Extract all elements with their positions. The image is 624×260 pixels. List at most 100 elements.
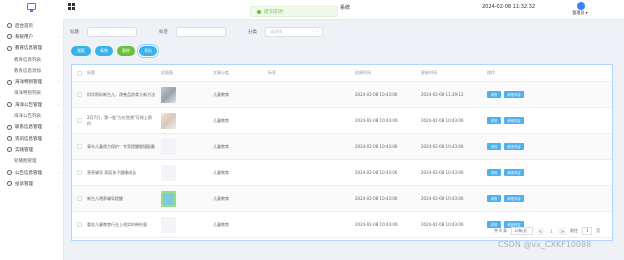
chevron-icon: › [57,46,59,51]
tag-input[interactable] [176,27,226,37]
export-button[interactable]: 导出 [139,46,157,56]
top-header: 提交成功! 系统 2024-02-08 11:32:32 管理员 ▾ [0,0,624,20]
delete-button[interactable]: 删除 [117,46,135,56]
search-button[interactable]: 搜索 [71,46,91,56]
detail-button[interactable]: 详情 [487,195,501,202]
table-row[interactable]: 科学照料新生儿，改善品质育儿新方法 儿童教育 2024-02-08 10:43:06… [72,82,612,108]
table-row[interactable]: 新生儿喂养辅导提醒 儿童教育 2024-02-08 10:43:06 2024-02-… [72,186,612,212]
table-row[interactable]: 青年儿童视力保护：专家提醒眼镜配戴 儿童教育 2024-02-08 10:43:06… [72,134,612,160]
detail-button[interactable]: 详情 [487,91,501,98]
chevron-icon: › [57,147,59,152]
edit-button[interactable]: 修改内容 [504,195,524,202]
menu-grid-icon[interactable] [68,3,75,10]
chevron-icon: › [57,181,59,186]
col-updated[interactable]: 更新时间 [421,70,487,76]
cell-created: 2024-02-08 10:43:06 [355,118,398,123]
chevron-icon: › [57,125,59,130]
edit-button[interactable]: 修改内容 [504,169,524,176]
add-button[interactable]: 新增 [95,46,113,56]
edit-button[interactable]: 修改内容 [504,117,524,124]
chevron-icon: › [57,136,59,141]
current-page[interactable]: 1 [548,227,556,235]
sidebar-item[interactable]: 公告信息管理 › [0,167,63,178]
col-tag[interactable]: 标签 [268,70,355,76]
prev-page-button[interactable]: < [537,227,545,235]
title-label: 标题 [70,30,79,35]
cell-updated: 2024-02-08 10:43:06 [421,170,464,175]
chevron-icon: › [57,102,59,107]
sidebar-item[interactable]: 教育信息添加 [0,65,63,76]
book-icon [7,45,12,51]
sidebar-item[interactable]: 轮播图管理 [0,156,63,167]
col-category[interactable]: 文章分类 [213,70,268,76]
sidebar: 后台首页 系统用户 › 教育信息管理 › 教育信息列表 教育信息添加 海洋特别管理 › 海洋特别列… [0,20,64,260]
row-checkbox[interactable] [77,92,82,97]
detail-button[interactable]: 详情 [487,117,501,124]
cell-category: 儿童教育 [213,195,229,201]
username[interactable]: 管理员 ▾ [571,10,589,16]
table-row[interactable]: 2月7日，第一批"九价宫颈"可线上预约 儿童教育 2024-02-08 10:43:… [72,108,612,134]
sidebar-item[interactable]: 投诉管理 › [0,178,63,189]
sidebar-item[interactable]: 后台首页 [0,20,63,31]
edit-button[interactable]: 修改内容 [504,91,524,98]
sidebar-item[interactable]: 海洋公告列表 [0,110,63,121]
sidebar-item[interactable]: 海洋特别管理 › [0,76,63,87]
next-page-button[interactable]: > [559,227,567,235]
row-checkbox[interactable] [77,118,82,123]
row-checkbox[interactable] [77,144,82,149]
cover-thumbnail[interactable] [161,164,176,181]
cover-thumbnail[interactable] [161,86,176,103]
action-bar: 搜索 新增 删除 导出 [71,46,157,56]
cell-title: 青年儿童视力保护：专家提醒眼镜配戴 [87,143,155,149]
cell-created: 2024-02-08 10:43:06 [355,196,398,201]
edit-button[interactable]: 修改内容 [504,143,524,150]
total-count: 共 6 条 [494,228,508,233]
cell-updated: 2024-02-08 10:43:06 [421,222,464,227]
select-all-checkbox[interactable] [77,70,82,76]
sidebar-item[interactable]: 教育信息列表 [0,54,63,65]
page-size-select[interactable]: 10条/页 [511,227,534,235]
sidebar-item-label: 海洋特别列表 [14,91,41,97]
row-checkbox[interactable] [77,196,82,201]
cover-thumbnail[interactable] [161,190,176,207]
tag-label: 标签 [159,30,168,35]
cover-thumbnail[interactable] [161,138,176,155]
sidebar-item[interactable]: 教育信息管理 › [0,43,63,54]
category-select[interactable]: 请选择 [265,27,323,37]
sidebar-item[interactable]: 海洋公告管理 › [0,99,63,110]
detail-button[interactable]: 详情 [487,143,501,150]
sidebar-item[interactable]: 系统用户 › [0,31,63,42]
cell-updated: 2024-02-08 10:43:06 [421,118,464,123]
cell-updated: 2024-02-08 10:43:06 [421,196,464,201]
row-checkbox[interactable] [77,170,82,175]
sidebar-item[interactable]: 实践管理 › [0,144,63,155]
main-content: 标题 标签 分类 请选择 搜索 新增 删除 导出 标题 封面图 文章分类 标签 … [64,20,624,260]
header-datetime: 2024-02-08 11:32:32 [482,4,536,10]
sidebar-item[interactable]: 资讯信息管理 › [0,133,63,144]
cell-category: 儿童教育 [213,143,229,149]
cell-category: 儿童教育 [213,117,229,123]
chevron-icon: › [57,170,59,175]
detail-button[interactable]: 详情 [487,169,501,176]
col-created[interactable]: 创建时间 [355,70,421,76]
user-menu[interactable]: 管理员 ▾ [571,2,589,18]
user-icon [7,34,12,40]
title-input[interactable] [87,27,137,37]
avatar[interactable] [577,2,585,10]
sidebar-item[interactable]: 海洋特别列表 [0,88,63,99]
table-row[interactable]: 营养辅导 家庭孩子健康成长 儿童教育 2024-02-08 10:43:06 2024… [72,160,612,186]
sidebar-item-label: 海洋公告列表 [14,114,41,120]
sidebar-item[interactable]: 联系信息管理 › [0,122,63,133]
col-title[interactable]: 标题 [87,70,161,76]
system-title: 系统 [340,5,351,11]
home-icon [7,23,12,29]
sidebar-item-label: 海洋公告管理 [15,102,42,108]
cover-thumbnail[interactable] [161,112,176,129]
sidebar-item-label: 系统用户 [15,34,33,40]
notice-icon [7,102,12,108]
sidebar-item-label: 实践管理 [15,147,33,153]
cover-thumbnail[interactable] [161,216,176,233]
row-checkbox[interactable] [77,222,82,227]
chevron-icon: › [57,80,59,85]
goto-page-input[interactable]: 1 [582,227,593,235]
